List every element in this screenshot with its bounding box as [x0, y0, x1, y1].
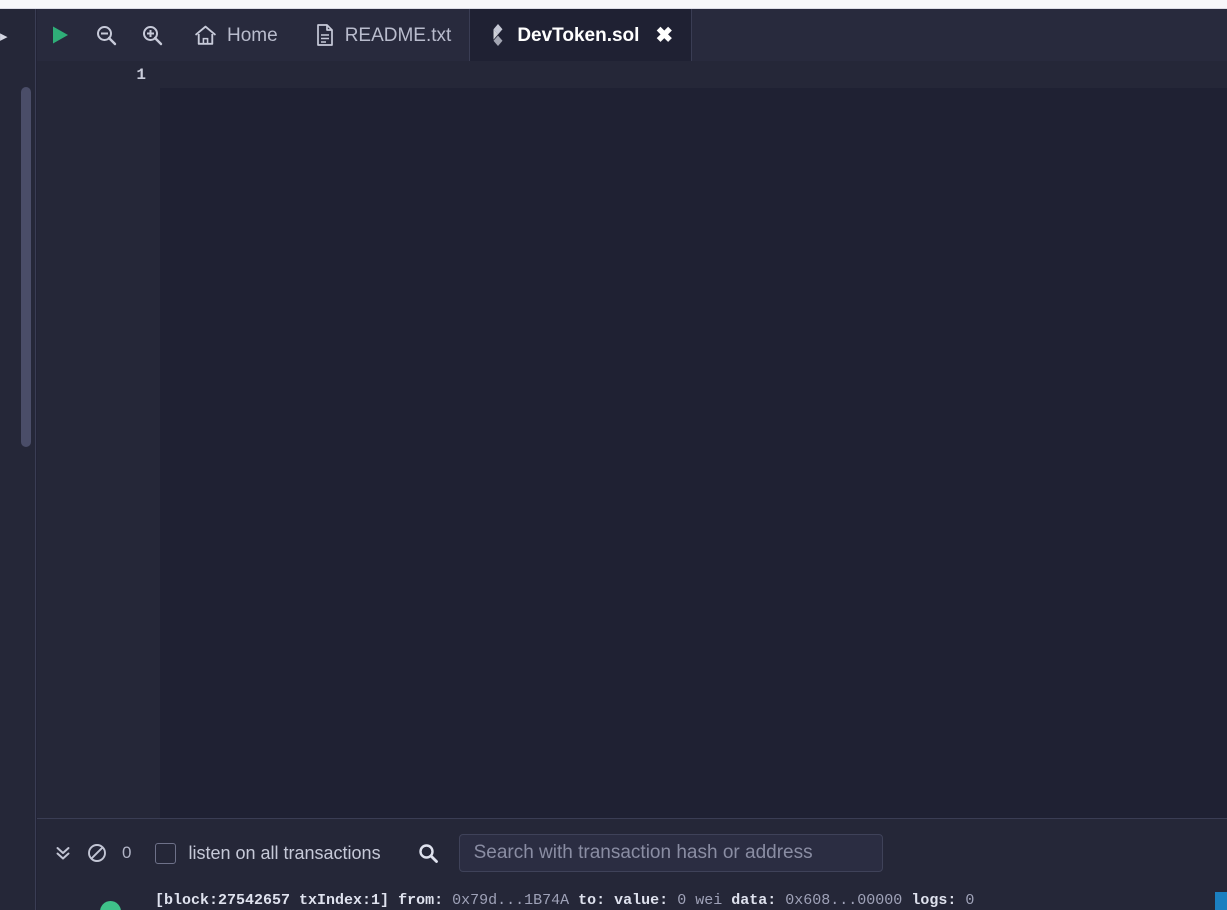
browser-top-strip: [0, 0, 1227, 9]
log-value-value: 0 wei: [677, 892, 723, 909]
left-rail: ▸: [0, 9, 36, 910]
line-number: 1: [136, 66, 146, 84]
transaction-search-input[interactable]: [458, 834, 883, 872]
code-content-area[interactable]: [160, 88, 1227, 818]
terminal-toolbar: 0 listen on all transactions: [37, 819, 1227, 887]
home-icon: [195, 25, 216, 45]
log-entry-text[interactable]: [block:27542657 txIndex:1] from: 0x79d..…: [155, 892, 974, 909]
zoom-out-button[interactable]: [83, 9, 129, 61]
tab-devtoken-label: DevToken.sol: [517, 24, 640, 46]
search-button[interactable]: [415, 840, 441, 866]
log-from-key: from:: [398, 892, 444, 909]
log-data-key: data:: [731, 892, 777, 909]
left-panel-scrollbar[interactable]: [21, 87, 31, 847]
code-editor[interactable]: 1: [37, 61, 1227, 818]
terminal-panel: 0 listen on all transactions [block:2754…: [37, 818, 1227, 910]
listen-all-transactions-label: listen on all transactions: [188, 842, 381, 863]
close-icon[interactable]: ✖: [655, 25, 673, 46]
tab-devtoken[interactable]: DevToken.sol ✖: [469, 9, 693, 61]
left-panel-scrollbar-thumb[interactable]: [21, 87, 31, 447]
listen-all-transactions-checkbox[interactable]: [155, 842, 177, 864]
ban-icon: [88, 844, 106, 862]
tab-readme-label: README.txt: [344, 24, 452, 46]
console-count: 0: [122, 843, 132, 862]
run-button[interactable]: [37, 9, 83, 61]
tab-home[interactable]: Home: [175, 9, 296, 61]
log-logs-value: 0: [965, 892, 975, 909]
zoom-in-button[interactable]: [129, 9, 175, 61]
chevron-double-down-icon: [56, 847, 70, 860]
remix-ide-window: ▸ Home README.txt DevToken.sol ✖ 1 0 lis…: [0, 0, 1227, 910]
clear-console-button[interactable]: [80, 836, 114, 870]
log-data-value: 0x608...00000: [785, 892, 903, 909]
chevron-right-icon[interactable]: ▸: [0, 27, 12, 47]
scrollbar-corner-indicator: [1215, 892, 1227, 910]
search-icon: [418, 844, 438, 863]
zoom-in-icon: [143, 26, 163, 46]
log-status-dot: [100, 901, 121, 910]
zoom-out-icon: [97, 26, 117, 46]
log-from-value: 0x79d...1B74A: [452, 892, 570, 909]
editor-tabbar: Home README.txt DevToken.sol ✖: [37, 9, 1227, 61]
log-to-key: to:: [578, 892, 606, 909]
play-icon: [53, 26, 68, 44]
line-number-gutter: 1: [37, 61, 160, 818]
log-value-key: value:: [614, 892, 669, 909]
log-block-label: [block:27542657 txIndex:1]: [155, 892, 390, 909]
expand-terminal-button[interactable]: [46, 836, 80, 870]
tab-home-label: Home: [227, 24, 278, 46]
log-logs-key: logs:: [911, 892, 957, 909]
file-text-icon: [316, 24, 333, 46]
solidity-icon: [493, 24, 503, 46]
terminal-log: [block:27542657 txIndex:1] from: 0x79d..…: [37, 887, 1227, 910]
tab-readme[interactable]: README.txt: [296, 9, 470, 61]
